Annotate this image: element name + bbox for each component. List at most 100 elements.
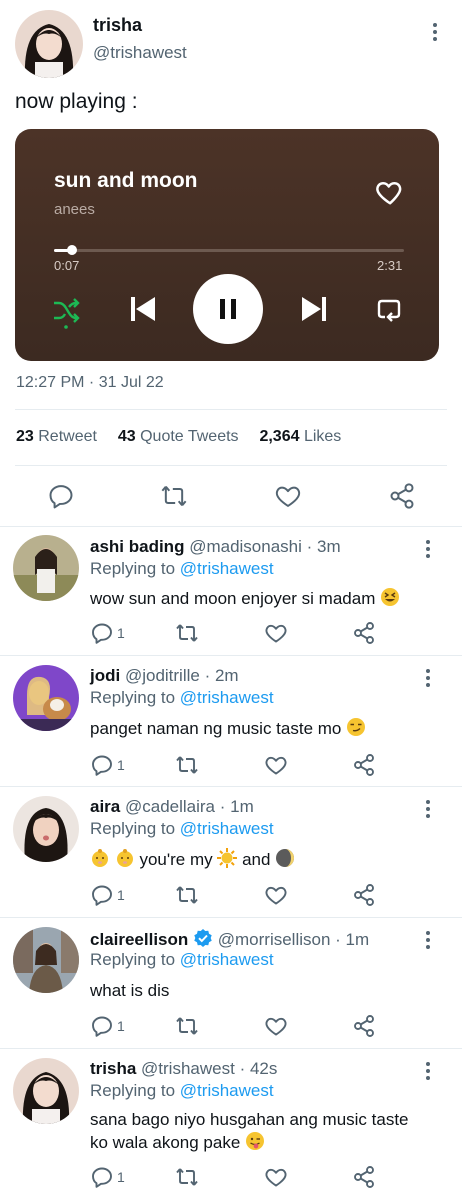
more-options-icon[interactable] [418,928,438,952]
reply-icon[interactable] [47,482,75,510]
progress-bar[interactable] [54,245,404,255]
tweet-header: trisha @trishawest [0,0,462,90]
mention-link[interactable]: @trishawest [180,688,274,707]
reply-author-handle[interactable]: @trishawest [141,1059,235,1078]
author-name[interactable]: trisha [93,15,142,36]
reply-tweet[interactable]: aira @cadellaira · 1m Replying to @trish… [0,787,462,917]
replying-to-label: Replying to [90,559,176,578]
avatar[interactable] [13,665,79,731]
current-time: 0:07 [54,258,80,273]
reply-count: 1 [117,887,125,903]
share-icon[interactable] [388,482,416,510]
like-icon[interactable] [264,1014,288,1038]
avatar[interactable] [13,796,79,862]
more-options-icon[interactable] [425,20,445,44]
retweet-icon[interactable] [175,621,199,645]
pause-button[interactable] [193,274,263,344]
reply-text: you're my and [90,848,430,874]
mention-link[interactable]: @trishawest [180,559,274,578]
retweet-icon[interactable] [160,482,188,510]
replying-to-label: Replying to [90,688,176,707]
reply-time: · 1m [335,930,370,949]
previous-track-icon[interactable] [128,294,158,324]
like-icon[interactable] [264,1165,288,1189]
reply-icon[interactable] [90,1165,114,1189]
reply-count: 1 [117,1018,125,1034]
divider [15,465,447,466]
share-icon[interactable] [352,621,376,645]
likes-count[interactable]: 2,364 [259,428,299,445]
like-icon[interactable] [274,482,302,510]
reply-author-name[interactable]: jodi [90,666,120,685]
reply-author-handle[interactable]: @joditrille [125,666,200,685]
divider [15,409,447,410]
reply-time: · 2m [204,666,239,685]
tweet-stats: 23 Retweet 43 Quote Tweets 2,364 Likes [16,428,341,446]
reply-time: · 1m [219,797,254,816]
quote-count[interactable]: 43 [118,428,136,445]
avatar[interactable] [13,535,79,601]
reply-author-handle[interactable]: @morrisellison [218,930,331,949]
quote-label[interactable]: Quote Tweets [140,428,238,445]
share-icon[interactable] [352,1165,376,1189]
reply-time: · 3m [306,537,341,556]
retweet-icon[interactable] [175,753,199,777]
reply-count: 1 [117,1169,125,1185]
progress-handle[interactable] [66,245,77,255]
pause-icon [220,299,236,319]
reply-author-name[interactable]: aira [90,797,120,816]
avatar[interactable] [13,927,79,993]
share-icon[interactable] [352,753,376,777]
retweet-count[interactable]: 23 [16,428,34,445]
retweet-icon[interactable] [175,1165,199,1189]
author-handle[interactable]: @trishawest [93,43,187,63]
share-icon[interactable] [352,883,376,907]
more-options-icon[interactable] [418,1059,438,1083]
avatar[interactable] [13,1058,79,1124]
repeat-icon[interactable] [375,295,403,323]
reply-icon[interactable] [90,753,114,777]
reply-author-name[interactable]: trisha [90,1059,136,1078]
reply-time: · 42s [239,1059,278,1078]
like-icon[interactable] [264,753,288,777]
reply-author-name[interactable]: ashi bading [90,537,184,556]
reply-tweet[interactable]: claireellison @morrisellison · 1m Replyi… [0,918,462,1048]
reply-icon[interactable] [90,621,114,645]
reply-text-part: and [242,850,271,869]
tweet-timestamp[interactable]: 12:27 PM · 31 Jul 22 [16,374,164,392]
replying-to-label: Replying to [90,819,176,838]
reply-author-handle[interactable]: @cadellaira [125,797,215,816]
more-options-icon[interactable] [418,797,438,821]
heart-icon[interactable] [375,177,405,207]
retweet-label[interactable]: Retweet [38,428,97,445]
replying-to-label: Replying to [90,950,176,969]
reply-author-handle[interactable]: @madisonashi [189,537,302,556]
reply-icon[interactable] [90,1014,114,1038]
reply-tweet[interactable]: ashi bading @madisonashi · 3m Replying t… [0,527,462,655]
like-icon[interactable] [264,621,288,645]
reply-text-part: you're my [139,850,213,869]
reply-tweet[interactable]: trisha @trishawest · 42s Replying to @tr… [0,1049,462,1200]
like-icon[interactable] [264,883,288,907]
mention-link[interactable]: @trishawest [180,950,274,969]
likes-label[interactable]: Likes [304,428,341,445]
mention-link[interactable]: @trishawest [180,1081,274,1100]
shuffle-icon[interactable] [51,295,81,329]
music-player-card: sun and moon anees 0:07 2:31 [15,129,439,361]
retweet-icon[interactable] [175,1014,199,1038]
retweet-icon[interactable] [175,883,199,907]
avatar[interactable] [15,10,83,78]
mention-link[interactable]: @trishawest [180,819,274,838]
more-options-icon[interactable] [418,666,438,690]
reply-text: what is dis [90,981,170,1000]
reply-author-name[interactable]: claireellison [90,930,188,949]
song-artist: anees [54,201,95,218]
reply-tweet[interactable]: jodi @joditrille · 2m Replying to @trish… [0,656,462,786]
more-options-icon[interactable] [418,537,438,561]
grinning-squint-face-icon [380,587,400,613]
tweet-text: now playing : [15,90,138,113]
next-track-icon[interactable] [299,294,329,324]
reply-icon[interactable] [90,883,114,907]
reply-count: 1 [117,625,125,641]
share-icon[interactable] [352,1014,376,1038]
